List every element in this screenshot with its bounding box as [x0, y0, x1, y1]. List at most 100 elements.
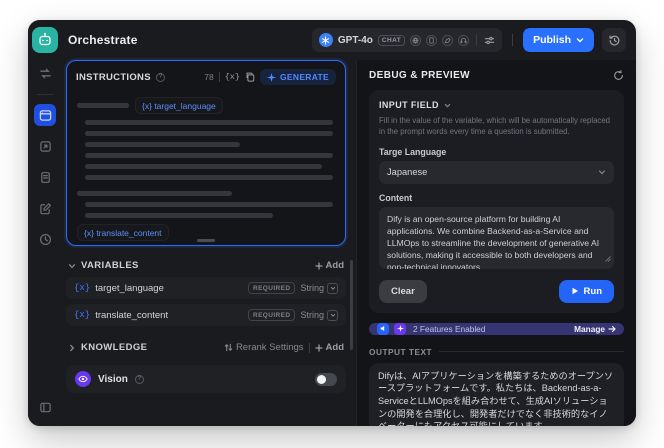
version-history-button[interactable] [602, 28, 626, 52]
nav-monitoring-icon[interactable] [34, 228, 56, 250]
input-field-header[interactable]: INPUT FIELD [379, 100, 614, 110]
instructions-header: INSTRUCTIONS ? 78 {x} GENERATE [67, 61, 345, 89]
manage-features-button[interactable]: Manage [574, 324, 616, 334]
input-field-card: INPUT FIELD Fill in the value of the var… [369, 90, 624, 313]
variable-row[interactable]: {x} translate_content REQUIRED String [66, 304, 346, 326]
nav-annotation-icon[interactable] [34, 197, 56, 219]
plus-icon [314, 343, 323, 352]
chevron-right-icon [68, 344, 76, 352]
rail-divider [37, 94, 53, 95]
top-bar: Orchestrate GPT-4o CHAT Publish [62, 20, 636, 60]
debug-preview-panel: DEBUG & PREVIEW INPUT FIELD Fill in the … [356, 60, 636, 426]
language-field-label: Targe Language [379, 146, 447, 157]
features-enabled-text: 2 Features Enabled [413, 323, 486, 334]
sparkle-icon [267, 72, 276, 82]
content-field-label: Content [379, 192, 413, 203]
variables-header[interactable]: VARIABLES Add [68, 260, 344, 271]
output-divider [439, 351, 624, 353]
type-select-icon [327, 282, 338, 294]
copy-icon[interactable] [245, 72, 255, 82]
suggest-feature-icon [394, 322, 406, 335]
variable-type[interactable]: String [300, 282, 338, 294]
nav-logs-icon[interactable] [34, 166, 56, 188]
features-bar[interactable]: 2 Features Enabled Manage [369, 322, 624, 335]
model-name: GPT-4o [337, 34, 373, 46]
knowledge-title: KNOWLEDGE [81, 342, 148, 353]
required-badge: REQUIRED [247, 309, 296, 321]
generate-button[interactable]: GENERATE [260, 69, 336, 85]
output-text-title: OUTPUT TEXT [369, 346, 433, 357]
arrow-right-icon [608, 325, 616, 332]
nav-api-access-icon[interactable] [34, 135, 56, 157]
instructions-body[interactable]: {x} target_language {x} translate_conten… [67, 89, 345, 245]
debug-preview-title: DEBUG & PREVIEW [369, 70, 471, 81]
model-mode-badge: CHAT [377, 34, 406, 46]
instructions-title: INSTRUCTIONS [76, 71, 151, 83]
input-field-description: Fill in the value of the variable, which… [379, 116, 610, 137]
language-select-value: Japanese [387, 167, 428, 178]
knowledge-header[interactable]: KNOWLEDGE Rerank Settings Add [68, 342, 344, 353]
scrollbar[interactable] [350, 260, 353, 350]
switch-app-icon[interactable] [34, 62, 56, 84]
vision-eye-icon [75, 371, 91, 387]
capability-globe-icon [410, 34, 422, 46]
variable-icon: {x} [74, 310, 91, 320]
resize-handle[interactable] [197, 239, 215, 242]
variable-chip[interactable]: {x} translate_content [77, 224, 169, 241]
play-icon [572, 287, 578, 295]
rerank-settings-button[interactable]: Rerank Settings [224, 342, 304, 353]
publish-button[interactable]: Publish [523, 28, 594, 52]
rerank-icon [224, 343, 233, 352]
char-count: 78 [204, 72, 214, 82]
clear-button[interactable]: Clear [379, 279, 427, 303]
required-badge: REQUIRED [247, 282, 296, 294]
variable-chip[interactable]: {x} target_language [135, 97, 223, 114]
capability-document-icon [426, 34, 438, 46]
capability-pen-icon [442, 34, 454, 46]
variable-row[interactable]: {x} target_language REQUIRED String [66, 277, 346, 299]
nav-orchestrate-icon[interactable] [34, 104, 56, 126]
variable-type[interactable]: String [300, 309, 338, 321]
app-avatar-robot-icon[interactable] [32, 27, 58, 53]
run-label: Run [583, 285, 602, 297]
model-selector[interactable]: GPT-4o CHAT [311, 28, 503, 52]
add-knowledge-button[interactable]: Add [314, 342, 344, 353]
collapse-sidebar-icon[interactable] [34, 396, 56, 418]
chevron-down-icon [68, 262, 76, 270]
history-clock-icon [608, 34, 619, 45]
add-variable-button[interactable]: Add [314, 260, 344, 271]
input-field-title: INPUT FIELD [379, 100, 439, 110]
vision-feature-row: Vision ? [66, 365, 346, 393]
chevron-down-icon [576, 38, 584, 43]
speech-feature-icon [377, 322, 389, 335]
capability-audio-icon [458, 34, 470, 46]
pill-divider [476, 34, 478, 46]
restart-icon[interactable] [613, 70, 624, 81]
vision-toggle[interactable] [315, 372, 337, 386]
publish-label: Publish [533, 34, 571, 46]
content-textarea[interactable]: Dify is an open-source platform for buil… [379, 206, 614, 269]
chevron-down-icon [598, 168, 606, 176]
openai-logo-icon [318, 33, 333, 47]
resize-corner-icon[interactable] [605, 253, 611, 265]
language-select[interactable]: Japanese [379, 160, 614, 184]
type-select-icon [327, 309, 338, 321]
app-window: Orchestrate GPT-4o CHAT Publish INSTRUCT… [28, 20, 636, 426]
help-icon[interactable]: ? [134, 374, 144, 384]
model-parameters-icon[interactable] [484, 35, 495, 46]
run-button[interactable]: Run [558, 279, 614, 303]
plus-icon [314, 261, 323, 270]
app-title: Orchestrate [68, 33, 138, 47]
chevron-down-icon [444, 102, 451, 109]
help-icon[interactable]: ? [155, 72, 165, 82]
topbar-divider [512, 34, 514, 46]
insert-variable-icon[interactable]: {x} [225, 72, 240, 82]
variables-title: VARIABLES [81, 260, 139, 271]
left-rail [28, 20, 62, 426]
output-text-card: Difyは、AIアプリケーションを構築するためのオープンソースプラットフォームで… [369, 362, 624, 426]
instructions-panel[interactable]: INSTRUCTIONS ? 78 {x} GENERATE {x} targe… [66, 60, 346, 246]
generate-label: GENERATE [280, 72, 329, 82]
variable-icon: {x} [74, 283, 91, 293]
output-text: Difyは、AIアプリケーションを構築するためのオープンソースプラットフォームで… [378, 370, 614, 426]
orchestrate-column: INSTRUCTIONS ? 78 {x} GENERATE {x} targe… [62, 60, 356, 426]
